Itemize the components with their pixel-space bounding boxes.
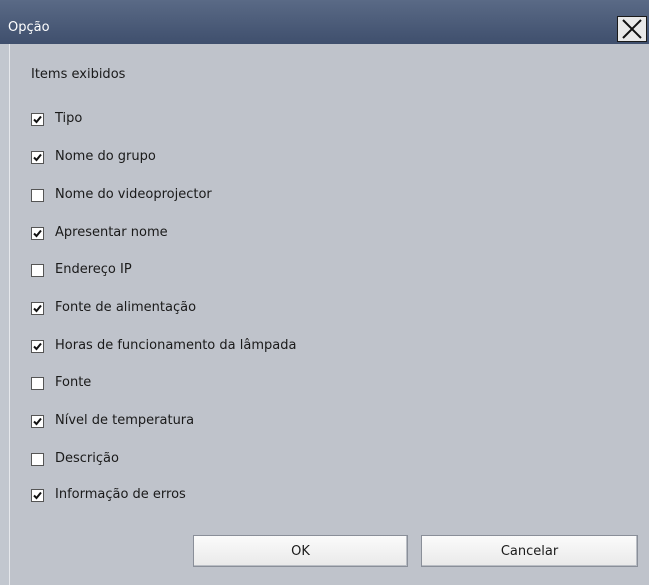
checkbox-label: Tipo — [55, 111, 83, 126]
checkbox-label: Nome do videoprojector — [55, 187, 212, 202]
checkmark-icon — [33, 115, 42, 123]
checkbox[interactable] — [31, 339, 44, 353]
ok-button[interactable]: OK — [193, 535, 408, 567]
checkmark-icon — [33, 304, 42, 312]
checkbox-label: Nível de temperatura — [55, 413, 195, 428]
checkbox[interactable] — [31, 301, 44, 315]
title-bar: Opção — [0, 0, 649, 44]
checkbox[interactable] — [31, 112, 44, 126]
checkmark-icon — [33, 342, 42, 350]
checkbox[interactable] — [31, 263, 44, 277]
checkbox-row[interactable]: Nível de temperatura — [31, 412, 194, 430]
checkbox-label: Horas de funcionamento da lâmpada — [55, 338, 297, 353]
option-dialog: Opção Items exibidos Tipo Nome do grupo … — [0, 0, 649, 585]
checkmark-icon — [33, 417, 42, 425]
checkbox-row[interactable]: Tipo — [31, 110, 82, 128]
checkbox[interactable] — [31, 376, 44, 390]
group-label: Items exibidos — [31, 67, 126, 82]
checkbox-row[interactable]: Endereço IP — [31, 261, 132, 279]
close-button[interactable] — [617, 16, 647, 42]
checkbox-label: Endereço IP — [55, 262, 132, 277]
checkbox[interactable] — [31, 150, 44, 164]
cancel-button[interactable]: Cancelar — [421, 535, 638, 567]
checkbox-row[interactable]: Fonte de alimentação — [31, 299, 196, 317]
checkbox-label: Apresentar nome — [55, 225, 168, 240]
checkbox-label: Fonte — [55, 375, 92, 390]
checkbox[interactable] — [31, 488, 44, 502]
window-title: Opção — [8, 20, 50, 35]
checkbox-label: Fonte de alimentação — [55, 300, 197, 315]
close-icon — [622, 19, 642, 39]
checkbox[interactable] — [31, 452, 44, 466]
checkbox-row[interactable]: Horas de funcionamento da lâmpada — [31, 337, 296, 355]
checkbox-row[interactable]: Descrição — [31, 450, 119, 468]
checkbox-row[interactable]: Fonte — [31, 374, 91, 392]
checkbox-label: Descrição — [55, 451, 119, 466]
checkbox-label: Nome do grupo — [55, 149, 156, 164]
checkbox[interactable] — [31, 226, 44, 240]
checkbox-row[interactable]: Nome do grupo — [31, 148, 156, 166]
checkbox-row[interactable]: Apresentar nome — [31, 224, 168, 242]
checkbox-row[interactable]: Nome do videoprojector — [31, 186, 212, 204]
checkmark-icon — [33, 153, 42, 161]
checkmark-icon — [33, 491, 42, 499]
checkbox-label: Informação de erros — [55, 487, 186, 502]
checkbox[interactable] — [31, 188, 44, 202]
checkmark-icon — [33, 229, 42, 237]
checkbox-row[interactable]: Informação de erros — [31, 486, 186, 504]
checkbox[interactable] — [31, 414, 44, 428]
